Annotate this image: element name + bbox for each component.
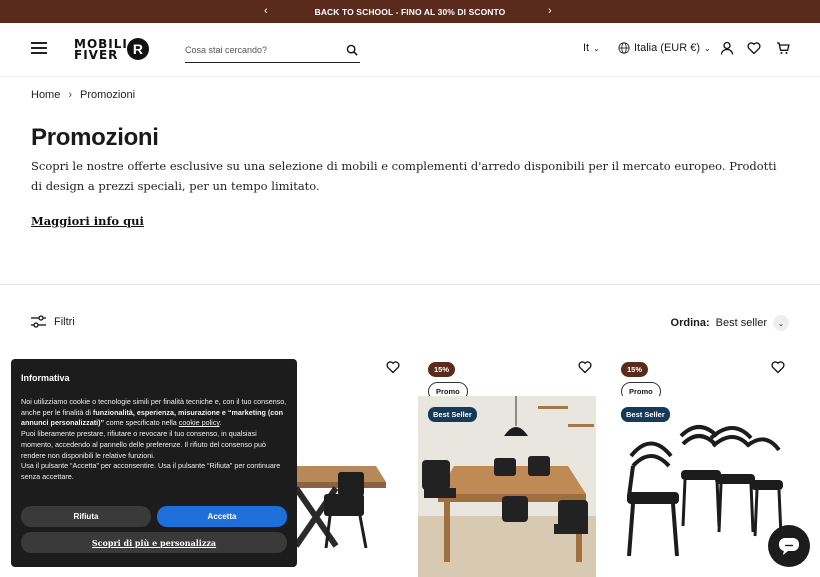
chat-button[interactable] [768, 525, 810, 567]
language-label: It [583, 42, 590, 54]
product-image[interactable] [418, 396, 596, 577]
refuse-button[interactable]: Rifiuta [21, 506, 151, 527]
menu-icon[interactable] [31, 42, 47, 54]
more-info-link[interactable]: Maggiori info qui [31, 214, 144, 228]
cookie-policy-link[interactable]: cookie policy [179, 418, 220, 427]
chevron-down-icon: ⌄ [704, 43, 711, 53]
page-description: Scopri le nostre offerte esclusive su un… [31, 159, 777, 193]
chevron-left-icon[interactable]: ‹ [264, 4, 268, 18]
cart-icon[interactable] [776, 41, 790, 55]
logo-badge: R [126, 38, 149, 60]
search-bar [185, 40, 360, 63]
language-selector[interactable]: It ⌄ [583, 42, 600, 54]
site-header: MOBILI FIVER R It ⌄ Italia (EUR €) ⌄ [0, 23, 820, 77]
country-selector[interactable]: Italia (EUR €) ⌄ [618, 42, 711, 54]
sort-label: Ordina: [670, 317, 710, 329]
announcement-text[interactable]: BACK TO SCHOOL - FINO AL 30% DI SCONTO [315, 7, 506, 17]
wishlist-heart-icon[interactable] [747, 41, 761, 55]
account-icon[interactable] [720, 41, 734, 55]
chat-icon [779, 538, 799, 555]
logo-line-2: FIVER [74, 48, 119, 62]
wishlist-heart-icon[interactable] [771, 360, 785, 374]
discount-badge: 15% [621, 362, 649, 377]
cookie-text: . [219, 418, 222, 428]
best-seller-badge: Best Seller [428, 407, 477, 422]
product-card[interactable]: 15% Promo Best Seller [611, 356, 789, 577]
breadcrumb: Home › Promozioni [31, 89, 135, 101]
filters-label: Filtri [54, 315, 75, 328]
product-image[interactable] [611, 396, 789, 577]
breadcrumb-separator: › [68, 89, 73, 101]
announcement-bar: ‹ BACK TO SCHOOL - FINO AL 30% DI SCONTO… [0, 0, 820, 23]
page-title: Promozioni [31, 124, 159, 151]
breadcrumb-home[interactable]: Home [31, 89, 60, 101]
cookie-body: Noi utilizziamo cookie o tecnologie simi… [21, 397, 287, 483]
globe-icon [618, 42, 630, 54]
breadcrumb-current: Promozioni [80, 89, 136, 101]
search-icon[interactable] [346, 44, 358, 56]
filter-sliders-icon [31, 315, 46, 328]
discount-badge: 15% [428, 362, 456, 377]
logo[interactable]: MOBILI FIVER R [74, 37, 149, 63]
wishlist-heart-icon[interactable] [386, 360, 400, 374]
search-input[interactable] [185, 40, 335, 60]
cookie-text: Puoi liberamente prestare, rifiutare o r… [21, 429, 266, 460]
wishlist-heart-icon[interactable] [578, 360, 592, 374]
cookie-title: Informativa [21, 373, 70, 383]
logo-wordmark: MOBILI FIVER [74, 38, 128, 62]
section-divider [0, 284, 820, 285]
chevron-right-icon[interactable]: › [548, 4, 552, 18]
product-card[interactable]: 15% Promo Best Seller [418, 356, 596, 577]
accept-button[interactable]: Accetta [157, 506, 287, 527]
chevron-down-icon: ⌄ [773, 315, 789, 331]
cookie-consent-modal: Informativa Noi utilizziamo cookie o tec… [11, 359, 297, 567]
cookie-text: Usa il pulsante “Accetta” per acconsenti… [21, 461, 281, 481]
best-seller-badge: Best Seller [621, 407, 670, 422]
country-label: Italia (EUR €) [634, 42, 701, 54]
cookie-text: come specificato nella [104, 418, 179, 428]
customize-cookies-button[interactable]: Scopri di più e personalizza [21, 532, 287, 553]
sort-dropdown[interactable]: Ordina: Best seller ⌄ [671, 315, 789, 331]
chevron-down-icon: ⌄ [593, 43, 600, 53]
filters-button[interactable]: Filtri [31, 315, 75, 328]
sort-value: Best seller [715, 317, 767, 329]
